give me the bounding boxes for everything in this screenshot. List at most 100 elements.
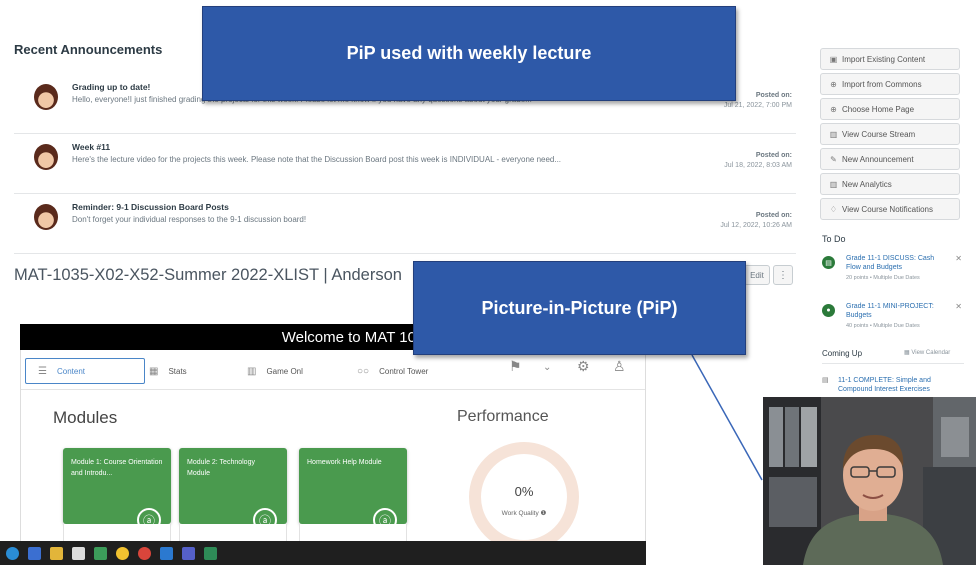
tab-label: Game Onl — [266, 366, 303, 376]
coming-up-item[interactable]: ▤ 11-1 COMPLETE: Simple and Compound Int… — [822, 376, 964, 394]
user-icon[interactable]: ♙ — [613, 358, 626, 375]
performance-gauge: 0% Work Quality ❶ — [469, 442, 579, 542]
posted-date: Jul 21, 2022, 7:00 PM — [723, 102, 792, 109]
control-tower-icon: ○○ — [357, 365, 370, 377]
module-title: Module 2: Technology Module — [187, 459, 255, 477]
announcement-body: Here's the lecture video for the project… — [72, 155, 562, 164]
announcement-title[interactable]: Reminder: 9-1 Discussion Board Posts — [72, 202, 229, 212]
analytics-icon: ▥ — [829, 179, 838, 189]
content-icon: ☰ — [38, 365, 47, 377]
posted-label: Posted on: — [755, 212, 792, 219]
posted-date: Jul 12, 2022, 10:26 AM — [720, 222, 792, 229]
todo-meta: 40 points • Multiple Due Dates — [846, 323, 920, 329]
modules-heading: Modules — [53, 408, 118, 427]
commons-icon: ⊕ — [830, 79, 837, 89]
announcement-row[interactable]: Week #11 Here's the lecture video for th… — [14, 138, 796, 194]
module-progress — [63, 524, 171, 542]
stats-icon: ▦ — [149, 365, 159, 377]
teams-icon[interactable] — [182, 546, 195, 560]
announcement-body: Don't forget your individual responses t… — [72, 215, 307, 224]
bell-icon: ♢ — [829, 204, 838, 214]
chevron-down-icon[interactable]: ⌄ — [543, 362, 551, 373]
button-label: Import Existing Content — [842, 54, 926, 64]
posted-date: Jul 18, 2022, 8:03 AM — [724, 162, 792, 169]
windows-taskbar — [0, 541, 646, 565]
new-announcement-button[interactable]: ✎ New Announcement — [820, 148, 960, 170]
module-title: Homework Help Module — [307, 459, 382, 466]
browser-icon[interactable] — [116, 546, 129, 560]
app-icon[interactable] — [160, 546, 173, 560]
tab-stats[interactable]: ▦ Stats — [149, 358, 187, 384]
todo-item[interactable]: ● Grade 11-1 MINI-PROJECT: Budgets 40 po… — [822, 302, 964, 342]
avatar — [34, 144, 58, 170]
button-label: Choose Home Page — [842, 104, 915, 114]
start-icon[interactable] — [6, 546, 19, 560]
close-icon[interactable]: ✕ — [955, 302, 962, 311]
edit-button[interactable]: Edit — [744, 265, 770, 285]
callout-pip-weekly-lecture: PiP used with weekly lecture — [202, 6, 736, 101]
view-calendar-label: View Calendar — [911, 350, 951, 356]
chrome-icon[interactable] — [138, 546, 151, 560]
todo-item[interactable]: ▤ Grade 11-1 DISCUSS: Cash Flow and Budg… — [822, 254, 964, 294]
button-label: View Course Stream — [842, 129, 916, 139]
announcement-icon: ✎ — [830, 154, 837, 164]
tab-content[interactable]: ☰ Content — [25, 358, 145, 384]
app-icon[interactable] — [94, 546, 107, 560]
tab-label: Content — [56, 366, 85, 376]
game-icon: ▥ — [247, 365, 257, 377]
view-course-notifications-button[interactable]: ♢ View Course Notifications — [820, 198, 960, 220]
button-label: New Announcement — [842, 154, 914, 164]
posted-label: Posted on: — [755, 92, 792, 99]
module-card[interactable]: Homework Help Module ⓐ — [299, 448, 407, 532]
pip-webcam-video[interactable] — [763, 397, 976, 565]
performance-label: Work Quality ❶ — [501, 510, 547, 517]
grade-icon: ▤ — [822, 256, 835, 269]
grade-icon: ● — [822, 304, 835, 317]
button-label: View Course Notifications — [842, 204, 934, 214]
choose-home-page-button[interactable]: ⊕ Choose Home Page — [820, 98, 960, 120]
course-home-embed: ☰ Content ▦ Stats ▥ Game Onl ○○ Control … — [20, 350, 646, 542]
coming-up-title: 11-1 COMPLETE: Simple and Compound Inter… — [838, 377, 931, 393]
announcement-row[interactable]: Reminder: 9-1 Discussion Board Posts Don… — [14, 198, 796, 254]
avatar — [34, 84, 58, 110]
module-title: Module 1: Course Orientation and Introdu… — [71, 459, 163, 477]
performance-heading: Performance — [457, 408, 549, 425]
todo-heading: To Do — [822, 234, 846, 244]
new-analytics-button[interactable]: ▥ New Analytics — [820, 173, 960, 195]
recent-announcements-heading: Recent Announcements — [14, 42, 163, 57]
home-icon: ⊕ — [830, 104, 837, 114]
app-icon[interactable] — [28, 546, 41, 560]
settings-icon[interactable]: ⚙ — [577, 358, 590, 375]
more-options-button[interactable]: ⋮ — [773, 265, 793, 285]
callout-picture-in-picture: Picture-in-Picture (PiP) — [413, 261, 746, 355]
signpost-icon[interactable]: ⚑ — [509, 358, 522, 375]
presenter-video-frame — [763, 397, 976, 565]
posted-label: Posted on: — [755, 152, 792, 159]
tab-game-on[interactable]: ▥ Game Onl — [247, 358, 303, 384]
performance-value: 0% — [514, 484, 534, 499]
store-icon[interactable] — [72, 546, 85, 560]
avatar — [34, 204, 58, 230]
embed-navbar: ☰ Content ▦ Stats ▥ Game Onl ○○ Control … — [21, 350, 645, 390]
announcement-title[interactable]: Grading up to date! — [72, 82, 150, 92]
close-icon[interactable]: ✕ — [955, 254, 962, 263]
import-from-commons-button[interactable]: ⊕ Import from Commons — [820, 73, 960, 95]
todo-title[interactable]: Grade 11-1 MINI-PROJECT: Budgets — [846, 302, 950, 320]
announcement-title[interactable]: Week #11 — [72, 142, 110, 152]
todo-meta: 20 points • Multiple Due Dates — [846, 275, 920, 281]
module-progress — [299, 524, 407, 542]
tab-label: Stats — [168, 366, 187, 376]
view-calendar-link[interactable]: ▦ View Calendar — [904, 349, 950, 356]
button-label: Import from Commons — [842, 79, 922, 89]
module-progress — [179, 524, 287, 542]
module-card[interactable]: Module 1: Course Orientation and Introdu… — [63, 448, 171, 532]
import-icon: ▣ — [829, 54, 838, 64]
tab-control-tower[interactable]: ○○ Control Tower — [357, 358, 428, 384]
view-course-stream-button[interactable]: ▥ View Course Stream — [820, 123, 960, 145]
folder-icon[interactable] — [50, 546, 63, 560]
stream-icon: ▥ — [829, 129, 838, 139]
excel-icon[interactable] — [204, 546, 217, 560]
import-existing-content-button[interactable]: ▣ Import Existing Content — [820, 48, 960, 70]
todo-title[interactable]: Grade 11-1 DISCUSS: Cash Flow and Budget… — [846, 254, 950, 272]
module-card[interactable]: Module 2: Technology Module ⓐ — [179, 448, 287, 532]
